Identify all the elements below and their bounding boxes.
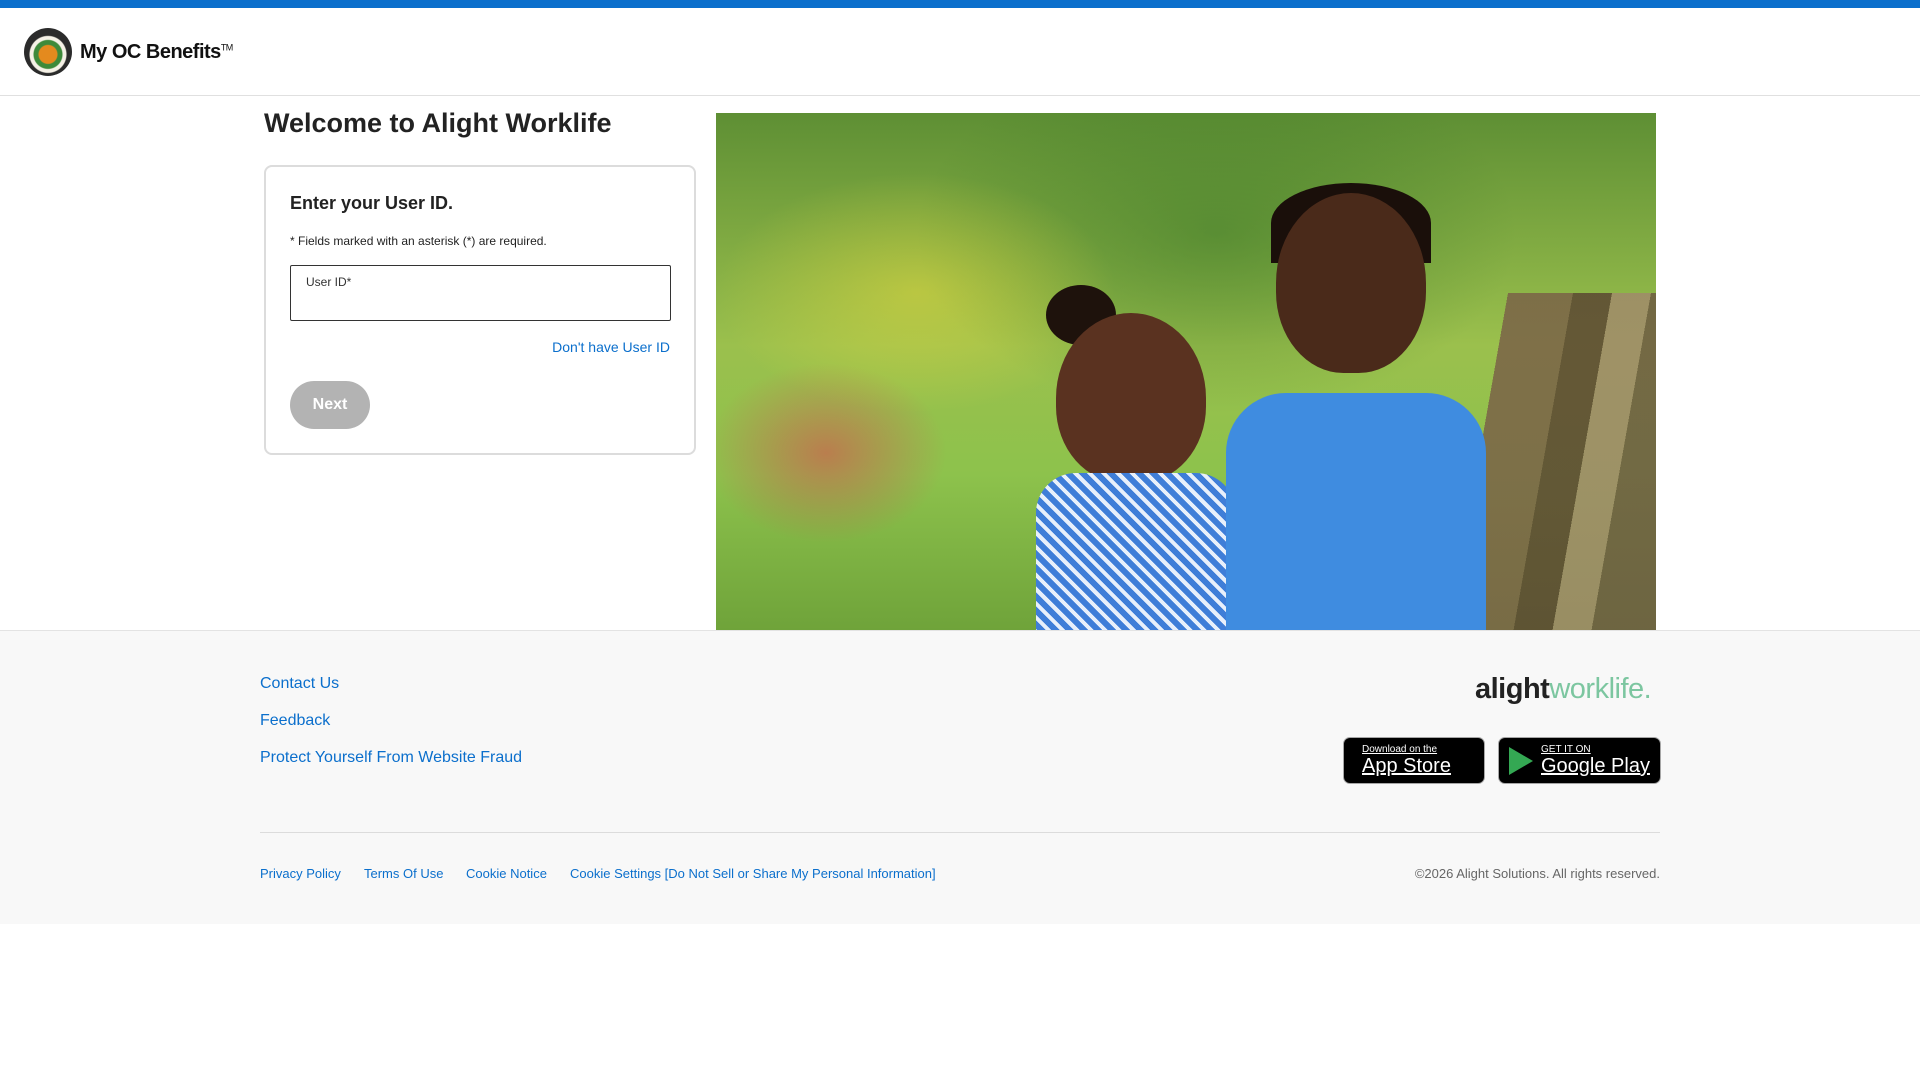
next-button[interactable]: Next <box>290 381 370 429</box>
brand-name: My OC BenefitsTM <box>80 40 233 63</box>
cookie-notice-link[interactable]: Cookie Notice <box>466 866 547 881</box>
terms-of-use-link[interactable]: Terms Of Use <box>364 866 443 881</box>
dont-have-userid-link[interactable]: Don't have User ID <box>552 339 670 355</box>
my-oc-benefits-logo[interactable]: My OC BenefitsTM <box>24 28 233 76</box>
app-store-badge[interactable]: Download on the App Store <box>1343 737 1485 784</box>
alight-worklife-logo: alightworklife. <box>1475 673 1652 705</box>
card-title: Enter your User ID. <box>290 193 454 213</box>
cookie-settings-link[interactable]: Cookie Settings [Do Not Sell or Share My… <box>570 866 936 881</box>
required-fields-note: * Fields marked with an asterisk (*) are… <box>290 234 547 248</box>
hero-photo <box>716 113 1656 630</box>
userid-label: User ID* <box>306 275 352 289</box>
footer: Contact Us Feedback Protect Yourself Fro… <box>0 630 1920 924</box>
userid-input[interactable] <box>305 292 655 316</box>
login-card: Enter your User ID. * Fields marked with… <box>264 165 696 455</box>
google-play-badge[interactable]: GET IT ON Google Play <box>1498 737 1661 784</box>
userid-field[interactable]: User ID* <box>290 265 671 321</box>
google-play-icon <box>1509 746 1533 775</box>
copyright-text: ©2026 Alight Solutions. All rights reser… <box>1414 866 1660 881</box>
county-seal-icon <box>24 28 72 76</box>
older-girl-figure <box>1196 183 1516 630</box>
page-title: Welcome to Alight Worklife <box>264 108 612 138</box>
footer-divider <box>260 832 1660 833</box>
privacy-policy-link[interactable]: Privacy Policy <box>260 866 341 881</box>
website-fraud-link[interactable]: Protect Yourself From Website Fraud <box>260 749 522 767</box>
contact-us-link[interactable]: Contact Us <box>260 675 339 693</box>
header: My OC BenefitsTM <box>0 8 1920 96</box>
top-accent-bar <box>0 0 1920 8</box>
feedback-link[interactable]: Feedback <box>260 712 330 730</box>
